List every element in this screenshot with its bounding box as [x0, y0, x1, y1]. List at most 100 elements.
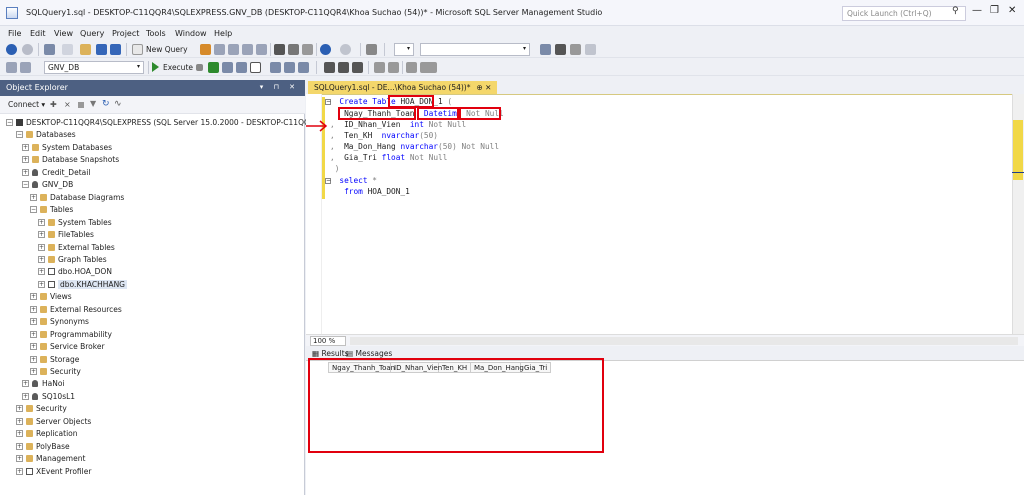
expand-icon[interactable]: +: [30, 330, 37, 338]
expand-icon[interactable]: +: [30, 368, 37, 375]
stop-icon[interactable]: [78, 102, 84, 108]
expand-icon[interactable]: +: [22, 168, 29, 176]
save-icon[interactable]: [96, 44, 107, 55]
restore-button[interactable]: ❐: [990, 5, 999, 16]
query-options-icon[interactable]: [236, 62, 247, 73]
expand-icon[interactable]: +: [30, 305, 37, 313]
new-file-icon[interactable]: [62, 44, 73, 55]
refresh-icon[interactable]: ↻: [102, 99, 110, 109]
db-engine-query-icon[interactable]: [200, 44, 211, 55]
open-folder-icon[interactable]: [80, 44, 91, 55]
save-all-icon[interactable]: [110, 44, 121, 55]
menu-window[interactable]: Window: [175, 29, 207, 38]
expand-icon[interactable]: +: [16, 467, 23, 475]
expand-icon[interactable]: +: [22, 380, 29, 388]
new-project-icon[interactable]: [44, 44, 55, 55]
menu-view[interactable]: View: [54, 29, 73, 38]
xmla-query-icon[interactable]: [242, 44, 253, 55]
database-combo[interactable]: GNV_DB ▾: [44, 61, 144, 74]
back-icon[interactable]: [6, 44, 17, 55]
menu-help[interactable]: Help: [214, 29, 232, 38]
expand-icon[interactable]: +: [16, 430, 23, 438]
expand-icon[interactable]: +: [38, 231, 45, 239]
expand-icon[interactable]: +: [38, 255, 45, 263]
results-to-text-icon[interactable]: [324, 62, 335, 73]
menu-edit[interactable]: Edit: [30, 29, 46, 38]
execute-icon[interactable]: [152, 62, 159, 72]
tab-sqlquery1[interactable]: SQLQuery1.sql - DE...\Khoa Suchao (54))*…: [308, 81, 498, 94]
expand-icon[interactable]: +: [16, 455, 23, 463]
menu-project[interactable]: Project: [112, 29, 139, 38]
connect-object-icon[interactable]: ✚: [50, 100, 57, 109]
specify-values-icon[interactable]: [426, 62, 437, 73]
comment-icon[interactable]: [374, 62, 385, 73]
filter-icon[interactable]: ▼: [90, 99, 96, 108]
expand-icon[interactable]: +: [16, 417, 23, 425]
navigate-icon[interactable]: [366, 44, 377, 55]
expand-icon[interactable]: +: [38, 243, 45, 251]
activity-monitor-icon[interactable]: ∿: [114, 99, 122, 109]
scrollbar-thumb[interactable]: [1013, 120, 1023, 180]
tools-icon[interactable]: [555, 44, 566, 55]
quick-launch-input[interactable]: Quick Launch (Ctrl+Q): [842, 6, 966, 21]
expand-icon[interactable]: +: [22, 156, 29, 164]
parse-icon[interactable]: [208, 62, 219, 73]
collapse-icon[interactable]: −: [16, 131, 23, 139]
execute-button[interactable]: Execute: [163, 63, 193, 72]
zoom-combo[interactable]: 100 %: [310, 336, 346, 346]
new-query-button[interactable]: New Query: [146, 45, 188, 54]
expand-icon[interactable]: +: [30, 318, 37, 326]
expand-icon[interactable]: +: [22, 143, 29, 151]
menu-query[interactable]: Query: [80, 29, 104, 38]
find-combo[interactable]: ▾: [420, 43, 530, 56]
client-stats-icon[interactable]: [298, 62, 309, 73]
tab-messages[interactable]: ▤ Messages: [346, 349, 392, 358]
close-button[interactable]: ✕: [1008, 5, 1016, 16]
toolbox-icon[interactable]: [570, 44, 581, 55]
expand-icon[interactable]: +: [38, 268, 45, 276]
search-icon[interactable]: ⚲: [952, 6, 959, 16]
expand-icon[interactable]: +: [30, 193, 37, 201]
expand-icon[interactable]: +: [16, 405, 23, 413]
solution-config-combo[interactable]: ▾: [394, 43, 414, 56]
live-stats-icon[interactable]: [284, 62, 295, 73]
properties-icon[interactable]: [540, 44, 551, 55]
expand-icon[interactable]: +: [38, 218, 45, 226]
dax-query-icon[interactable]: [256, 44, 267, 55]
cut-icon[interactable]: [274, 44, 285, 55]
redo-icon[interactable]: [340, 44, 351, 55]
expand-icon[interactable]: +: [38, 280, 45, 288]
menu-tools[interactable]: Tools: [146, 29, 166, 38]
collapse-icon[interactable]: −: [22, 181, 29, 189]
menu-file[interactable]: File: [8, 29, 21, 38]
intellisense-icon[interactable]: [250, 62, 261, 73]
panel-controls[interactable]: ▾ ⊓ ✕: [260, 83, 299, 91]
uncomment-icon[interactable]: [388, 62, 399, 73]
expand-icon[interactable]: +: [22, 392, 29, 400]
new-query-icon[interactable]: [132, 44, 143, 55]
editor-horizontal-scrollbar[interactable]: [350, 337, 1018, 345]
stop-icon[interactable]: [196, 64, 203, 71]
dmx-query-icon[interactable]: [228, 44, 239, 55]
paste-icon[interactable]: [302, 44, 313, 55]
estimated-plan-icon[interactable]: [222, 62, 233, 73]
expand-icon[interactable]: +: [30, 355, 37, 363]
copy-icon[interactable]: [288, 44, 299, 55]
connect-icon[interactable]: [6, 62, 17, 73]
disconnect-icon[interactable]: ⨯: [64, 100, 71, 109]
tab-results[interactable]: ▦ Results: [312, 349, 349, 358]
collapse-icon[interactable]: −: [30, 206, 37, 214]
expand-icon[interactable]: +: [16, 442, 23, 450]
mdx-query-icon[interactable]: [214, 44, 225, 55]
change-connection-icon[interactable]: [20, 62, 31, 73]
decrease-indent-icon[interactable]: [406, 62, 417, 73]
minimize-button[interactable]: —: [972, 5, 982, 16]
expand-icon[interactable]: +: [30, 343, 37, 351]
window-layout-icon[interactable]: [585, 44, 596, 55]
collapse-icon[interactable]: −: [6, 119, 13, 126]
undo-icon[interactable]: [320, 44, 331, 55]
connect-button[interactable]: Connect ▾: [8, 100, 45, 109]
include-plan-icon[interactable]: [270, 62, 281, 73]
forward-icon[interactable]: [22, 44, 33, 55]
tab-pin-close[interactable]: ⊕ ✕: [476, 83, 491, 92]
